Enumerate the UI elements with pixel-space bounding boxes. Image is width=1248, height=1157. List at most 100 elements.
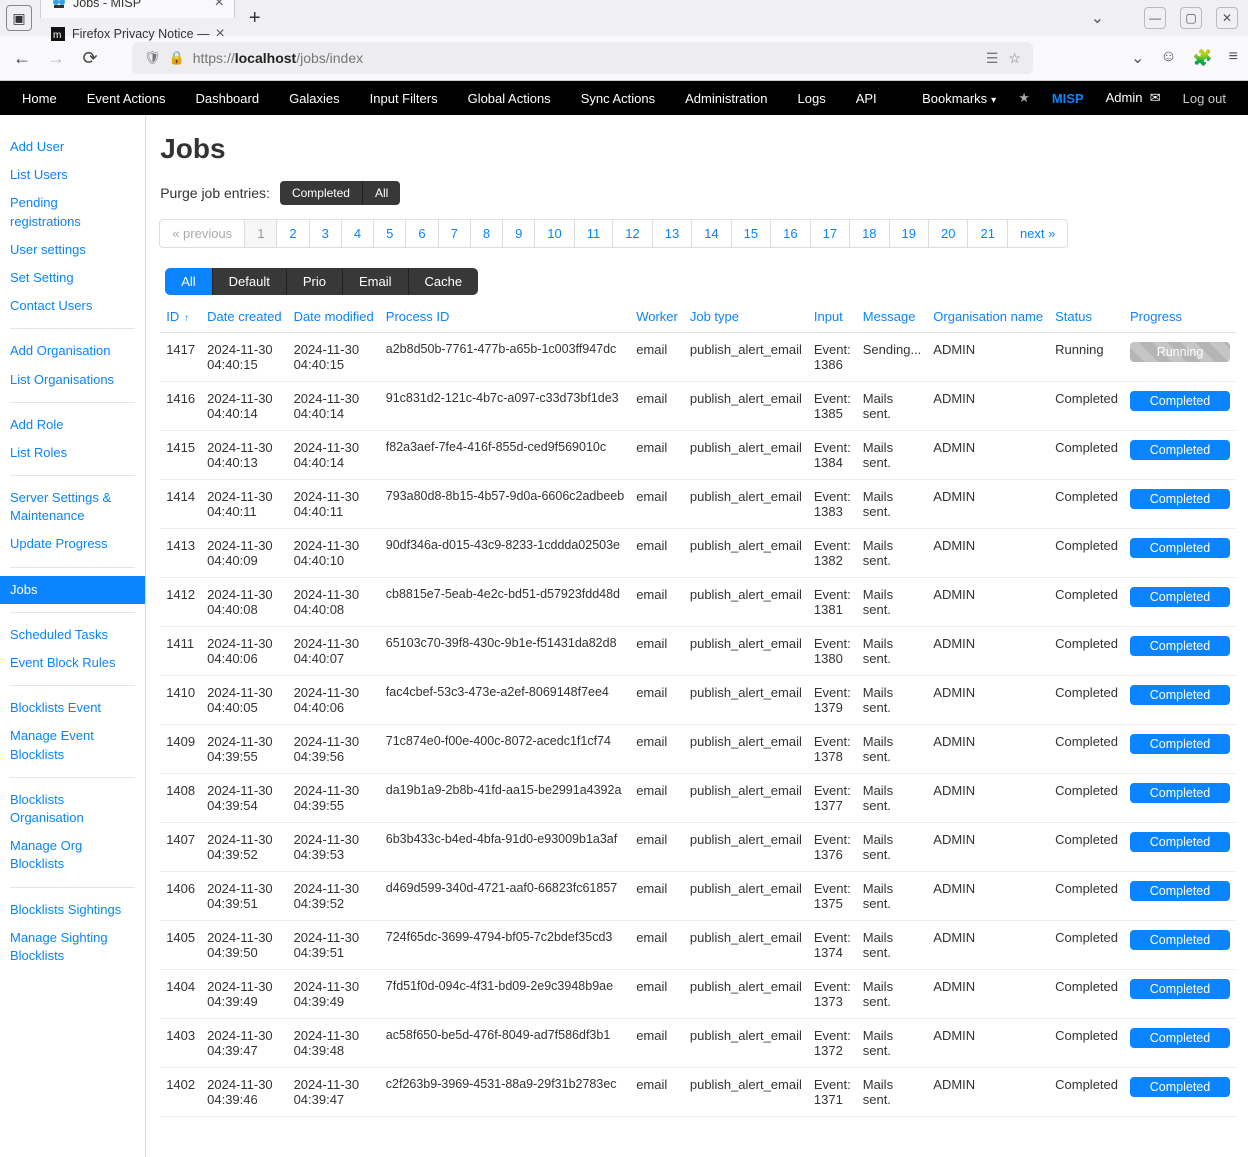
misp-link[interactable]: MISP: [1052, 91, 1084, 106]
filter-tab[interactable]: Email: [343, 268, 409, 295]
tab-close-icon[interactable]: ×: [215, 0, 224, 12]
pagination-item[interactable]: 6: [405, 219, 438, 248]
pagination-item[interactable]: 12: [612, 219, 652, 248]
recent-tabs-button[interactable]: ▣: [6, 5, 32, 31]
sidebar-item[interactable]: Set Setting: [0, 264, 145, 292]
account-icon[interactable]: ☺: [1160, 48, 1176, 68]
sidebar-item[interactable]: Add Role: [0, 411, 145, 439]
pagination-item[interactable]: 9: [502, 219, 535, 248]
tab-close-icon[interactable]: ×: [216, 25, 225, 43]
lock-icon[interactable]: 🔒: [169, 50, 185, 66]
pagination-item[interactable]: 7: [438, 219, 471, 248]
filter-tab[interactable]: All: [165, 268, 212, 295]
pagination-item[interactable]: 4: [341, 219, 374, 248]
pagination-item[interactable]: 21: [967, 219, 1007, 248]
star-icon[interactable]: ★: [1018, 90, 1030, 106]
browser-tab[interactable]: mFirefox Privacy Notice —×: [40, 18, 235, 50]
cell: 2024-11-30 04:40:08: [288, 578, 380, 627]
sidebar-item[interactable]: Pending registrations: [0, 189, 145, 235]
pocket-icon[interactable]: ⌄: [1131, 48, 1144, 68]
sidebar-item[interactable]: Manage Sighting Blocklists: [0, 924, 145, 970]
sidebar-item[interactable]: Blocklists Organisation: [0, 786, 145, 832]
minimize-button[interactable]: ―: [1144, 7, 1166, 29]
tab-overflow-icon[interactable]: ⌄: [1091, 8, 1104, 28]
pagination-item[interactable]: 17: [810, 219, 850, 248]
column-header[interactable]: Date modified: [288, 301, 380, 333]
sidebar-item[interactable]: Add User: [0, 133, 145, 161]
pagination-item[interactable]: 11: [574, 219, 614, 248]
topnav-item[interactable]: Logs: [798, 91, 826, 106]
pagination-item[interactable]: 20: [928, 219, 968, 248]
topnav-item[interactable]: API: [856, 91, 877, 106]
admin-link[interactable]: Admin ✉: [1106, 90, 1161, 106]
sidebar-item[interactable]: Server Settings & Maintenance: [0, 484, 145, 530]
progress-cell: Completed: [1124, 382, 1236, 431]
shield-icon[interactable]: 🛡: [144, 50, 161, 66]
close-window-button[interactable]: ✕: [1216, 7, 1238, 29]
column-header[interactable]: Progress: [1124, 301, 1236, 333]
pagination-item[interactable]: 2: [276, 219, 309, 248]
pagination-item[interactable]: 3: [309, 219, 342, 248]
pagination-item[interactable]: 15: [731, 219, 771, 248]
column-header[interactable]: Process ID: [380, 301, 630, 333]
sidebar-divider: [10, 402, 135, 403]
topnav-item[interactable]: Administration: [685, 91, 767, 106]
sidebar-item[interactable]: Contact Users: [0, 292, 145, 320]
purge-all-button[interactable]: All: [362, 181, 400, 205]
sidebar-item[interactable]: Event Block Rules: [0, 649, 145, 677]
column-header[interactable]: Status: [1049, 301, 1124, 333]
new-tab-button[interactable]: +: [239, 7, 271, 30]
filter-tab[interactable]: Cache: [409, 268, 479, 295]
column-header[interactable]: Organisation name: [927, 301, 1049, 333]
pagination-item[interactable]: 19: [889, 219, 929, 248]
bookmarks-menu[interactable]: Bookmarks: [922, 91, 996, 106]
topnav-item[interactable]: Galaxies: [289, 91, 340, 106]
sidebar-item[interactable]: Manage Event Blocklists: [0, 722, 145, 768]
topnav-item[interactable]: Dashboard: [195, 91, 259, 106]
sidebar-item[interactable]: User settings: [0, 236, 145, 264]
pagination-item[interactable]: 10: [534, 219, 574, 248]
sidebar-item[interactable]: Update Progress: [0, 530, 145, 558]
url-bar[interactable]: 🛡 🔒 https://localhost/jobs/index ☰ ☆: [132, 42, 1033, 74]
column-header[interactable]: Worker: [630, 301, 684, 333]
pagination-item[interactable]: 5: [373, 219, 406, 248]
logout-link[interactable]: Log out: [1183, 91, 1226, 106]
topnav-item[interactable]: Input Filters: [370, 91, 438, 106]
pagination-item[interactable]: 18: [849, 219, 889, 248]
pagination-item[interactable]: 13: [652, 219, 692, 248]
topnav-item[interactable]: Event Actions: [87, 91, 166, 106]
sidebar-item[interactable]: Manage Org Blocklists: [0, 832, 145, 878]
pagination-item[interactable]: 14: [691, 219, 731, 248]
back-button[interactable]: ←: [10, 48, 34, 69]
column-header[interactable]: ID ↑: [160, 301, 201, 333]
app-menu-icon[interactable]: ≡: [1229, 48, 1238, 68]
browser-tab[interactable]: Jobs - MISP×: [40, 0, 235, 18]
topnav-item[interactable]: Sync Actions: [581, 91, 655, 106]
column-header[interactable]: Input: [808, 301, 857, 333]
sidebar-item[interactable]: Blocklists Sightings: [0, 896, 145, 924]
extensions-icon[interactable]: 🧩: [1193, 48, 1213, 68]
pagination-item[interactable]: next »: [1007, 219, 1068, 248]
reader-icon[interactable]: ☰: [986, 50, 999, 67]
pagination-item[interactable]: 16: [770, 219, 810, 248]
column-header[interactable]: Message: [857, 301, 928, 333]
sidebar-item[interactable]: Add Organisation: [0, 337, 145, 365]
column-header[interactable]: Job type: [684, 301, 808, 333]
maximize-button[interactable]: ▢: [1180, 7, 1202, 29]
filter-tab[interactable]: Default: [213, 268, 287, 295]
purge-completed-button[interactable]: Completed: [280, 181, 362, 205]
pagination-item[interactable]: 8: [470, 219, 503, 248]
column-header[interactable]: Date created: [201, 301, 287, 333]
sidebar-item[interactable]: List Users: [0, 161, 145, 189]
reload-button[interactable]: ⟳: [78, 48, 102, 69]
sidebar-item[interactable]: List Roles: [0, 439, 145, 467]
sidebar-item[interactable]: Blocklists Event: [0, 694, 145, 722]
sidebar-item[interactable]: Jobs: [0, 576, 145, 604]
forward-button[interactable]: →: [44, 48, 68, 69]
bookmark-star-icon[interactable]: ☆: [1008, 50, 1021, 67]
filter-tab[interactable]: Prio: [287, 268, 343, 295]
sidebar-item[interactable]: List Organisations: [0, 366, 145, 394]
topnav-item[interactable]: Global Actions: [468, 91, 551, 106]
sidebar-item[interactable]: Scheduled Tasks: [0, 621, 145, 649]
topnav-item[interactable]: Home: [22, 91, 57, 106]
